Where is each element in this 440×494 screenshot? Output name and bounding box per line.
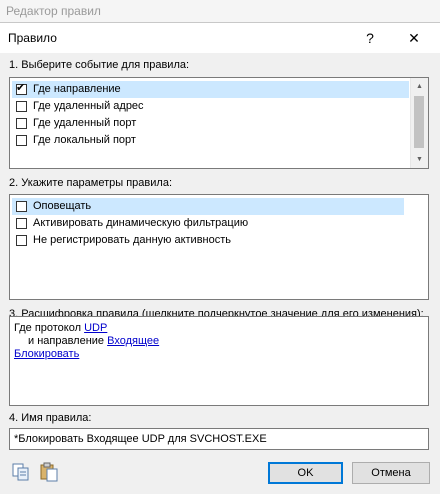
protocol-link[interactable]: UDP [84,322,107,334]
background-window-title: Редактор правил [6,4,101,18]
event-item-direction[interactable]: ✔ Где направление [12,81,409,98]
cancel-button[interactable]: Отмена [352,462,430,484]
section4-label: 4. Имя правила: [9,412,92,424]
description-line-protocol: Где протокол UDP [14,322,107,335]
checkbox-no-logging[interactable] [16,235,27,246]
event-item-label: Где направление [33,83,121,95]
rule-dialog: Правило ? ✕ 1. Выберите событие для прав… [0,22,440,494]
paste-icon [40,462,58,482]
direction-link[interactable]: Входящее [107,335,159,347]
description-text: Где протокол [14,322,82,334]
param-item-dynamic-filtering[interactable]: Активировать динамическую фильтрацию [12,215,404,232]
rule-name-field[interactable]: *Блокировать Входящее UDP для SVCHOST.EX… [9,428,429,450]
checkbox-remote-port[interactable] [16,118,27,129]
event-list[interactable]: ✔ Где направление Где удаленный адрес Гд… [9,77,429,169]
checkbox-notify[interactable] [16,201,27,212]
help-button[interactable]: ? [348,23,392,53]
scroll-down-icon[interactable]: ▼ [411,151,428,168]
description-line-action: Блокировать [14,348,79,361]
event-item-label: Где локальный порт [33,134,136,146]
ok-button[interactable]: OK [268,462,343,484]
checkbox-remote-address[interactable] [16,101,27,112]
description-text: и направление [28,335,105,347]
close-button[interactable]: ✕ [392,23,436,53]
action-link[interactable]: Блокировать [14,348,79,360]
scroll-up-icon[interactable]: ▲ [411,78,428,95]
scroll-thumb[interactable] [414,96,424,148]
dialog-titlebar: Правило ? ✕ [0,23,440,53]
rule-description-box: Где протокол UDP и направление Входящее … [9,316,429,406]
copy-icon [12,463,29,481]
section2-label: 2. Укажите параметры правила: [9,177,173,189]
checkmark-icon: ✔ [16,82,26,94]
event-item-local-port[interactable]: Где локальный порт [12,132,409,149]
param-item-notify[interactable]: Оповещать [12,198,404,215]
event-item-label: Где удаленный порт [33,117,137,129]
paste-button[interactable] [38,461,60,483]
event-item-remote-port[interactable]: Где удаленный порт [12,115,409,132]
copy-button[interactable] [10,461,32,483]
param-item-label: Не регистрировать данную активность [33,234,231,246]
rule-name-value: *Блокировать Входящее UDP для SVCHOST.EX… [14,433,267,445]
param-item-no-logging[interactable]: Не регистрировать данную активность [12,232,404,249]
background-window-titlebar: Редактор правил [0,0,440,22]
param-item-label: Активировать динамическую фильтрацию [33,217,249,229]
parameters-list[interactable]: Оповещать Активировать динамическую филь… [9,194,429,300]
event-list-scrollbar[interactable]: ▲ ▼ [410,78,428,168]
checkbox-dynamic-filtering[interactable] [16,218,27,229]
event-item-remote-address[interactable]: Где удаленный адрес [12,98,409,115]
checkbox-direction[interactable]: ✔ [16,82,27,95]
description-line-direction: и направление Входящее [28,335,159,348]
section1-label: 1. Выберите событие для правила: [9,59,190,71]
param-item-label: Оповещать [33,200,92,212]
checkbox-local-port[interactable] [16,135,27,146]
dialog-title: Правило [8,31,57,45]
event-item-label: Где удаленный адрес [33,100,144,112]
